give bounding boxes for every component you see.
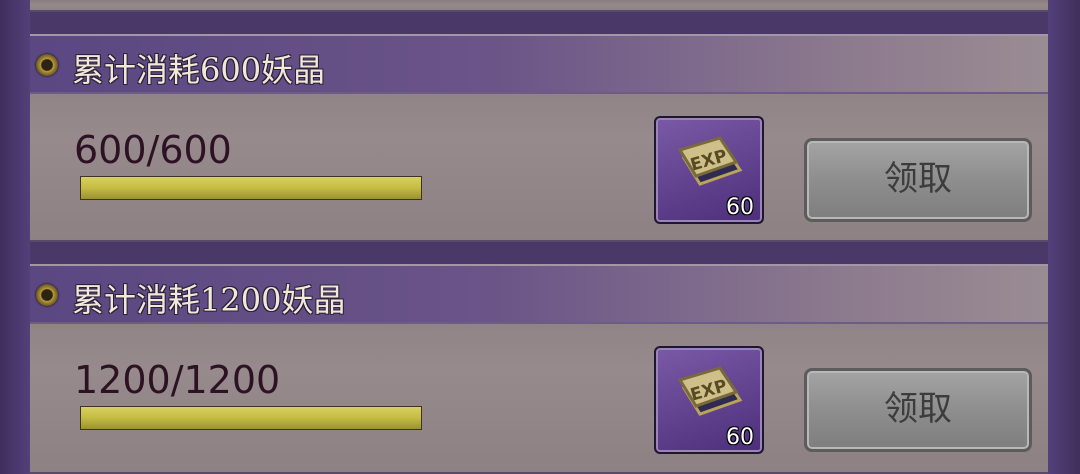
task-header: 累计消耗1200妖晶: [30, 266, 1048, 324]
reward-item[interactable]: EXP 60: [654, 116, 764, 224]
panel-frame-right: [1048, 0, 1080, 474]
progress-bar-fill: [81, 407, 421, 429]
claim-button[interactable]: 领取: [804, 138, 1032, 222]
progress-text: 1200/1200: [74, 358, 281, 402]
task-card-partial: [30, 0, 1048, 12]
bullet-icon: [36, 284, 58, 306]
task-card: 累计消耗600妖晶 600/600 EXP 60 领取: [30, 34, 1048, 242]
task-title: 累计消耗1200妖晶: [72, 281, 346, 319]
claim-button[interactable]: 领取: [804, 368, 1032, 452]
reward-count: 60: [726, 425, 754, 450]
bullet-icon: [36, 54, 58, 76]
reward-count: 60: [726, 195, 754, 220]
task-title: 累计消耗600妖晶: [72, 51, 326, 89]
panel-frame-left: [0, 0, 30, 474]
reward-item[interactable]: EXP 60: [654, 346, 764, 454]
exp-book-icon: EXP: [677, 366, 743, 416]
exp-book-icon: EXP: [677, 136, 743, 186]
progress-bar: [80, 406, 422, 430]
progress-bar: [80, 176, 422, 200]
task-header: 累计消耗600妖晶: [30, 36, 1048, 94]
progress-text: 600/600: [74, 128, 232, 172]
task-card: 累计消耗1200妖晶 1200/1200 EXP 60 领取: [30, 264, 1048, 474]
progress-bar-fill: [81, 177, 421, 199]
